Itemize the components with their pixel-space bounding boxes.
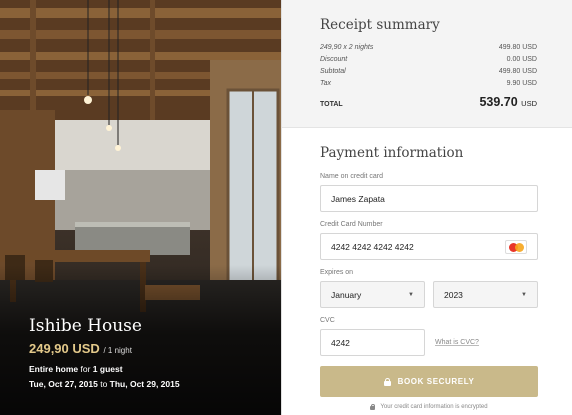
total-value: 539.70 USD [479,93,537,113]
receipt-row: Discount 0.00 USD [320,54,537,66]
receipt-row-value: 499.80 USD [498,68,537,75]
receipt-row-value: 9.90 USD [506,80,537,87]
name-on-card-value: James Zapata [331,193,385,204]
cvc-input[interactable]: 4242 [320,329,425,356]
guest-count: 1 guest [92,364,123,374]
card-number-group: Credit Card Number 4242 4242 4242 4242 [320,221,538,260]
receipt-title: Receipt summary [320,17,440,33]
receipt-summary: Receipt summary 249,90 x 2 nights 499.80… [282,0,572,128]
cvc-value: 4242 [331,337,350,348]
total-label: TOTAL [320,101,343,108]
book-securely-button[interactable]: BOOK SECURELY [320,366,538,397]
date-to: Thu, Oct 29, 2015 [109,379,180,389]
cvc-group: CVC 4242 What is CVC? [320,317,538,356]
chevron-down-icon: ▼ [521,291,527,298]
secure-note-text: Your credit card information is encrypte… [380,404,488,410]
receipt-row-label: Tax [320,80,332,87]
receipt-row-label: Subtotal [320,68,346,75]
payment-form: Payment information Name on credit card … [320,145,538,410]
receipt-row: 249,90 x 2 nights 499.80 USD [320,42,537,54]
receipt-total-row: TOTAL 539.70 USD [320,93,537,111]
expiry-group: Expires on January ▼ 2023 ▼ [320,269,538,308]
receipt-row: Subtotal 499.80 USD [320,66,537,78]
listing-title: Ishibe House [29,316,142,336]
card-number-input[interactable]: 4242 4242 4242 4242 [320,233,538,260]
chevron-down-icon: ▼ [408,291,414,298]
listing-dates: Tue, Oct 27, 2015 to Thu, Oct 29, 2015 [29,379,180,389]
expires-label: Expires on [320,269,354,276]
receipt-row-value: 0.00 USD [506,56,537,63]
month-select[interactable]: January ▼ [320,281,425,308]
month-value: January [331,289,362,300]
price-value: 249,90 USD [29,341,100,356]
name-label: Name on credit card [320,173,384,180]
listing-photo: Ishibe House 249,90 USD / 1 night Entire… [0,0,281,415]
date-connector: to [100,379,108,389]
home-type: Entire home [29,364,79,374]
listing-price: 249,90 USD / 1 night [29,341,180,356]
receipt-row-label: Discount [320,56,348,63]
receipt-row-label: 249,90 x 2 nights [320,44,374,51]
date-from: Tue, Oct 27, 2015 [29,379,98,389]
total-amount: 539.70 [479,95,518,109]
checkout-panel: Receipt summary 249,90 x 2 nights 499.80… [281,0,572,415]
cvc-label: CVC [320,317,335,324]
year-value: 2023 [444,289,463,300]
payment-title: Payment information [320,145,464,161]
receipt-row-value: 499.80 USD [498,44,537,51]
expiry-selects: January ▼ 2023 ▼ [320,281,538,308]
listing-info: Ishibe House 249,90 USD / 1 night Entire… [29,316,180,389]
card-number-value: 4242 4242 4242 4242 [331,241,414,252]
book-button-label: BOOK SECURELY [397,377,475,386]
total-currency: USD [521,99,537,108]
what-is-cvc-link[interactable]: What is CVC? [435,339,479,346]
secure-note: Your credit card information is encrypte… [320,404,538,410]
year-select[interactable]: 2023 ▼ [433,281,538,308]
name-on-card-input[interactable]: James Zapata [320,185,538,212]
lock-icon [370,404,376,410]
receipt-row: Tax 9.90 USD [320,78,537,90]
card-number-label: Credit Card Number [320,221,383,228]
cvc-row: 4242 What is CVC? [320,329,538,356]
listing-guests: Entire home for 1 guest [29,364,180,374]
mastercard-icon [505,239,527,254]
guest-connector: for [80,364,91,374]
price-unit: / 1 night [103,346,132,355]
name-group: Name on credit card James Zapata [320,173,538,212]
lock-icon [383,377,391,386]
